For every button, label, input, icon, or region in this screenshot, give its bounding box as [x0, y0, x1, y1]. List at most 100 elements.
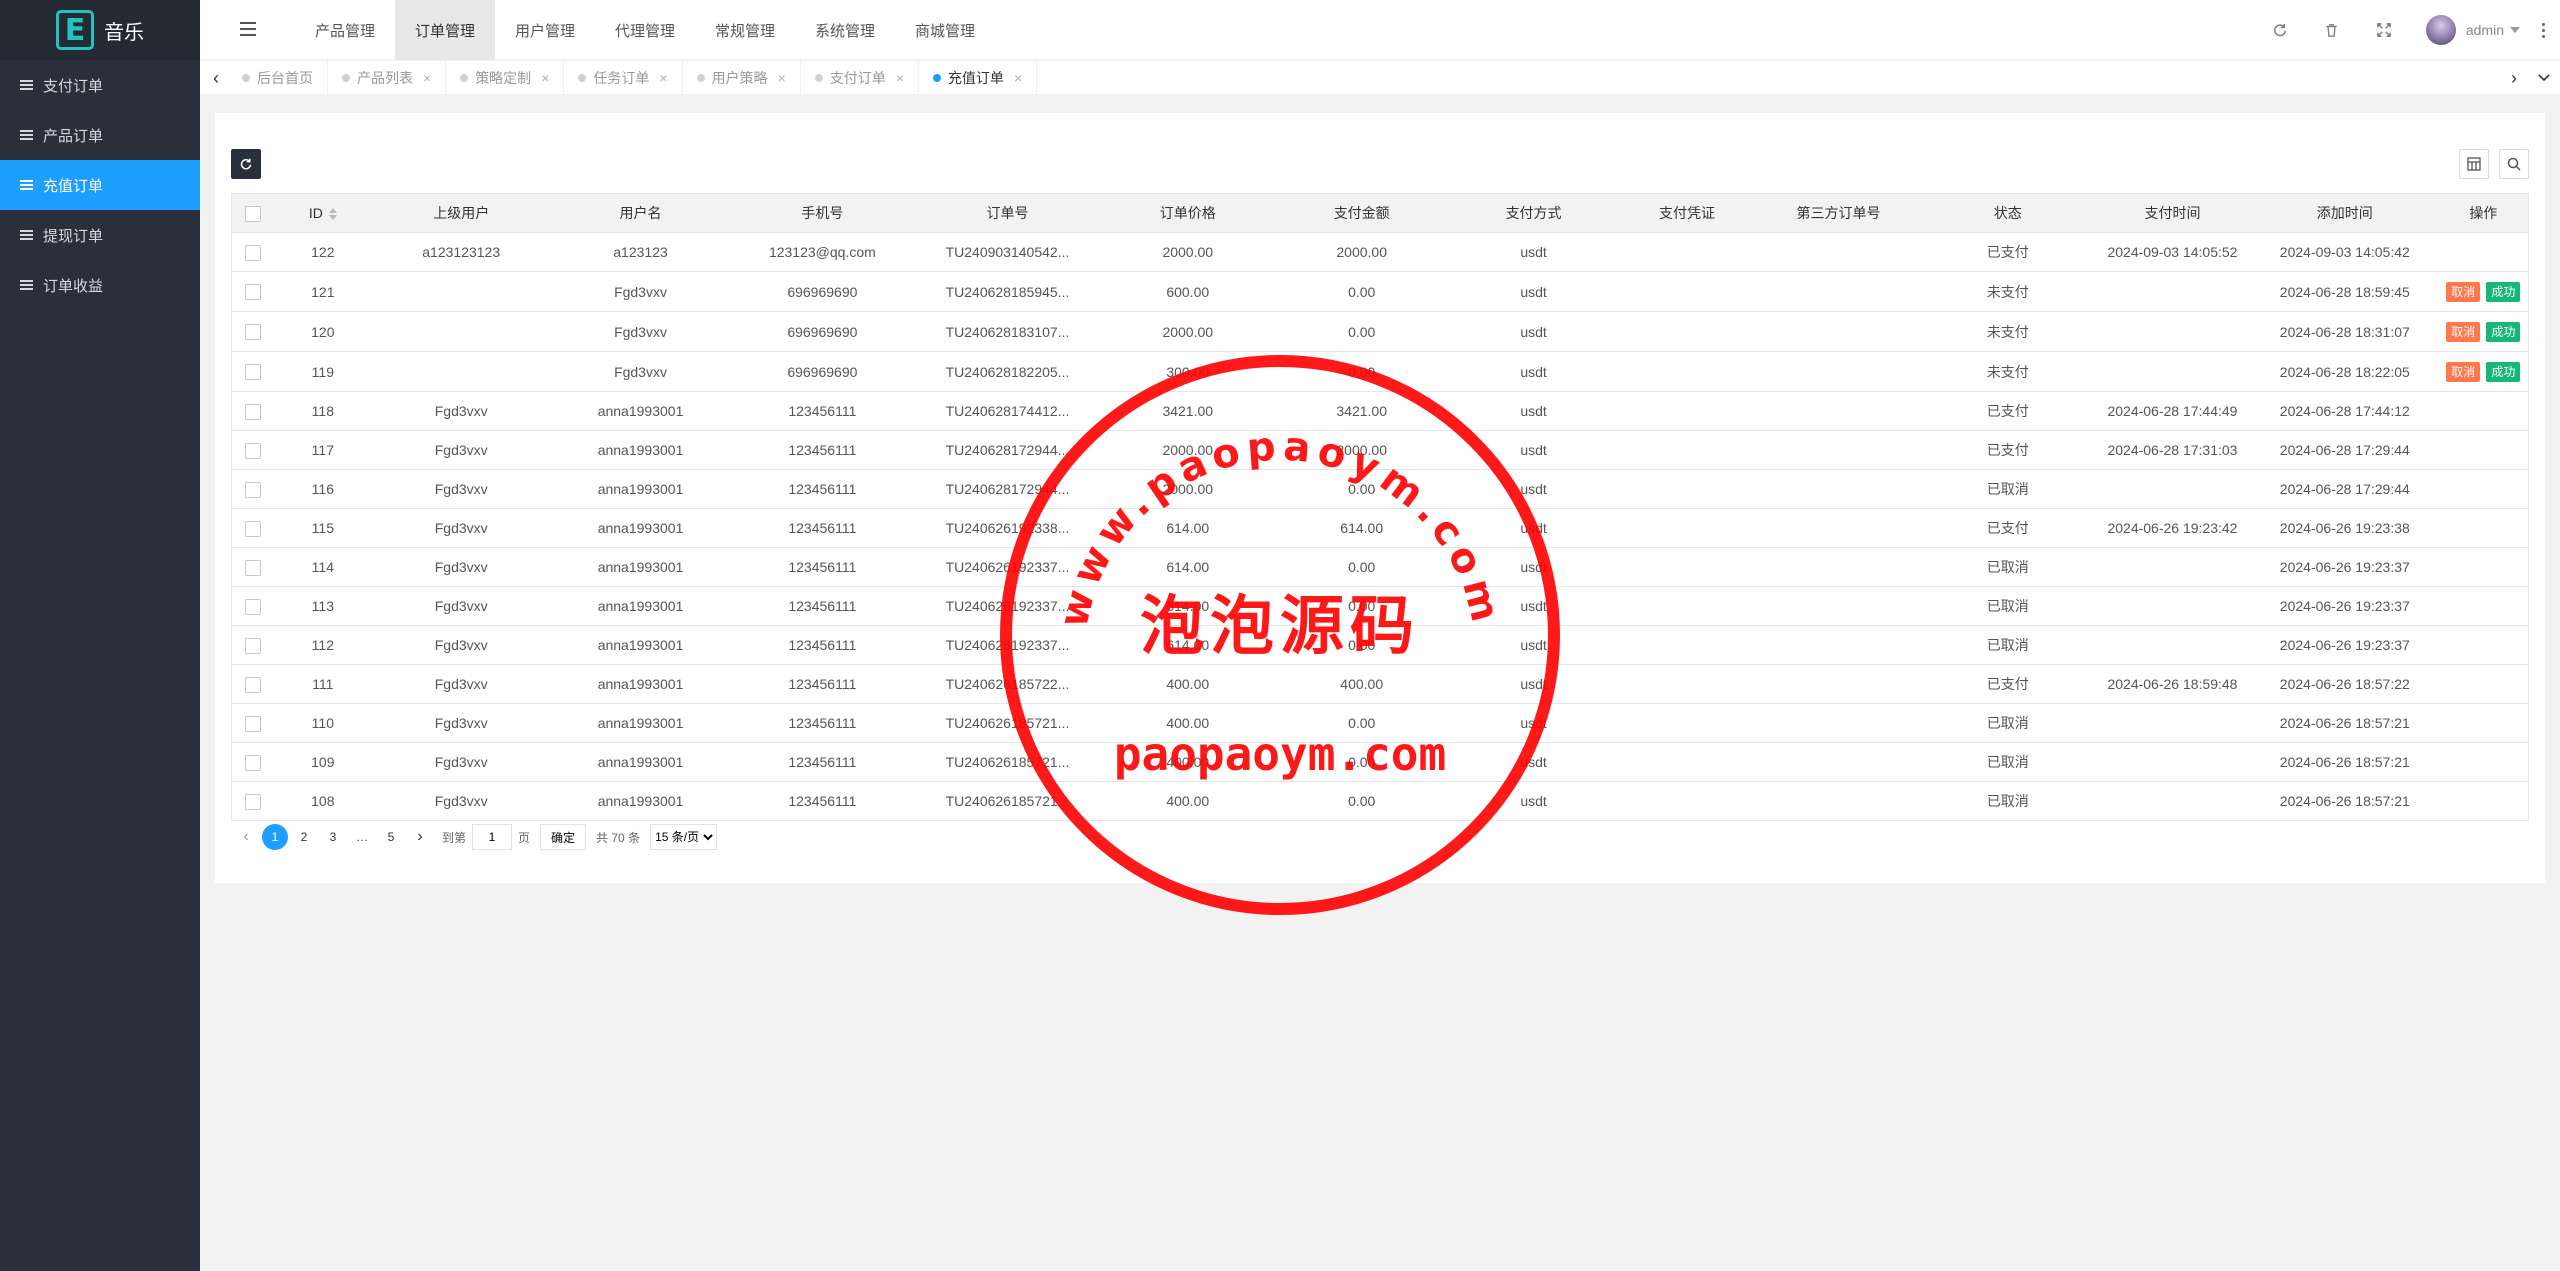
mark-success-button[interactable]: 成功	[2486, 281, 2521, 302]
cell-add-time: 2024-06-26 18:57:21	[2250, 781, 2439, 821]
cell-third-no	[1755, 391, 1922, 431]
table-row[interactable]: 112 Fgd3vxv anna1993001 123456111 TU24062619…	[231, 625, 2529, 665]
page-jump-button[interactable]: 确定	[540, 824, 587, 850]
sidebar-item[interactable]: 订单收益	[0, 260, 200, 310]
close-icon[interactable]: ×	[896, 70, 904, 86]
row-checkbox[interactable]	[244, 676, 261, 693]
logo[interactable]: E 音乐	[0, 0, 200, 60]
page-tab[interactable]: 充值订单 ×	[919, 61, 1038, 95]
page-tab[interactable]: 用户策略 ×	[683, 61, 801, 95]
cancel-order-button[interactable]: 取消	[2446, 361, 2481, 382]
table-refresh-button[interactable]	[231, 149, 261, 179]
row-select-cell	[231, 391, 274, 431]
table-row[interactable]: 118 Fgd3vxv anna1993001 123456111 TU24062817…	[231, 391, 2529, 431]
chevron-down-icon[interactable]	[2510, 27, 2520, 33]
cancel-order-button[interactable]: 取消	[2446, 281, 2481, 302]
page-tab[interactable]: 策略定制 ×	[446, 61, 565, 95]
topnav-item[interactable]: 商城管理	[895, 0, 995, 60]
page-tab[interactable]: 后台首页	[228, 61, 328, 95]
page-tab[interactable]: 产品列表 ×	[328, 61, 447, 95]
sidebar-item[interactable]: 产品订单	[0, 110, 200, 160]
row-checkbox[interactable]	[244, 324, 261, 341]
cell-add-time: 2024-06-28 18:31:07	[2250, 311, 2439, 352]
table-row[interactable]: 111 Fgd3vxv anna1993001 123456111 TU24062618…	[231, 664, 2529, 704]
close-icon[interactable]: ×	[423, 70, 431, 86]
row-select-cell	[231, 586, 274, 626]
refresh-icon[interactable]	[2254, 23, 2306, 37]
table-row[interactable]: 113 Fgd3vxv anna1993001 123456111 TU24062619…	[231, 586, 2529, 626]
sidebar-item[interactable]: 充值订单	[0, 160, 200, 210]
avatar[interactable]	[2425, 15, 2456, 45]
row-checkbox[interactable]	[244, 715, 261, 732]
page-jump-input[interactable]	[472, 824, 513, 850]
table-row[interactable]: 119 Fgd3vxv 696969690 TU240628182205... 300.…	[231, 351, 2529, 392]
cell-pay-time	[2093, 703, 2251, 743]
row-checkbox[interactable]	[244, 244, 261, 261]
table-row[interactable]: 109 Fgd3vxv anna1993001 123456111 TU24062618…	[231, 742, 2529, 782]
topnav-item[interactable]: 用户管理	[495, 0, 595, 60]
sidebar-toggle-icon[interactable]	[240, 22, 256, 36]
cell-method: usdt	[1448, 742, 1619, 782]
sort-icon[interactable]	[328, 208, 337, 221]
row-checkbox[interactable]	[244, 520, 261, 537]
cancel-order-button[interactable]: 取消	[2446, 321, 2481, 342]
row-checkbox[interactable]	[244, 403, 261, 420]
row-checkbox[interactable]	[244, 559, 261, 576]
table-row[interactable]: 120 Fgd3vxv 696969690 TU240628183107... 2000…	[231, 311, 2529, 352]
row-checkbox[interactable]	[244, 481, 261, 498]
tabs-scroll-right-icon[interactable]: ›	[2502, 61, 2526, 95]
column-header: 第三方订单号	[1755, 193, 1922, 233]
column-filter-button[interactable]	[2459, 149, 2489, 179]
trash-icon[interactable]	[2306, 23, 2358, 37]
table-row[interactable]: 115 Fgd3vxv anna1993001 123456111 TU24062619…	[231, 508, 2529, 548]
fullscreen-icon[interactable]	[2358, 23, 2410, 37]
table-row[interactable]: 116 Fgd3vxv anna1993001 123456111 TU24062817…	[231, 469, 2529, 509]
cell-id: 122	[273, 232, 372, 272]
table-row[interactable]: 110 Fgd3vxv anna1993001 123456111 TU24062618…	[231, 703, 2529, 743]
mark-success-button[interactable]: 成功	[2486, 361, 2521, 382]
page-tab[interactable]: 任务订单 ×	[564, 61, 683, 95]
table-row[interactable]: 114 Fgd3vxv anna1993001 123456111 TU24062619…	[231, 547, 2529, 587]
tabs-menu-chevron-icon[interactable]	[2532, 61, 2556, 95]
prev-page-icon[interactable]: ‹	[233, 824, 259, 850]
close-icon[interactable]: ×	[541, 70, 549, 86]
page-size-select[interactable]: 15 条/页	[650, 824, 718, 850]
row-checkbox[interactable]	[244, 637, 261, 654]
table-row[interactable]: 122 a123123123 a123123 123123@qq.com TU24090…	[231, 232, 2529, 272]
page-number[interactable]: 2	[291, 824, 317, 850]
topnav-item[interactable]: 产品管理	[295, 0, 395, 60]
page-number[interactable]: 1	[262, 824, 288, 850]
row-checkbox[interactable]	[244, 442, 261, 459]
row-checkbox[interactable]	[244, 598, 261, 615]
user-name[interactable]: admin	[2466, 22, 2504, 38]
table-row[interactable]: 117 Fgd3vxv anna1993001 123456111 TU24062817…	[231, 430, 2529, 470]
sidebar-item[interactable]: 提现订单	[0, 210, 200, 260]
page-number[interactable]: 3	[320, 824, 346, 850]
table-row[interactable]: 121 Fgd3vxv 696969690 TU240628185945... 600.…	[231, 271, 2529, 312]
select-all-checkbox[interactable]	[244, 205, 261, 222]
sidebar-item[interactable]: 支付订单	[0, 60, 200, 110]
close-icon[interactable]: ×	[1014, 70, 1022, 86]
row-checkbox[interactable]	[244, 793, 261, 810]
topnav-item[interactable]: 常规管理	[695, 0, 795, 60]
page-last[interactable]: 5	[378, 824, 404, 850]
topnav-item[interactable]: 系统管理	[795, 0, 895, 60]
next-page-icon[interactable]: ›	[407, 824, 433, 850]
close-icon[interactable]: ×	[778, 70, 786, 86]
row-checkbox[interactable]	[244, 364, 261, 381]
more-vertical-icon[interactable]	[2542, 22, 2546, 38]
row-checkbox[interactable]	[244, 754, 261, 771]
cell-id: 112	[273, 625, 372, 665]
close-icon[interactable]: ×	[659, 70, 667, 86]
topnav-item[interactable]: 代理管理	[595, 0, 695, 60]
search-button[interactable]	[2499, 149, 2529, 179]
cell-pay-time	[2093, 547, 2251, 587]
cell-id: 121	[273, 271, 372, 312]
topnav-item[interactable]: 订单管理	[395, 0, 495, 60]
mark-success-button[interactable]: 成功	[2486, 321, 2521, 342]
row-checkbox[interactable]	[244, 284, 261, 301]
table-row[interactable]: 108 Fgd3vxv anna1993001 123456111 TU24062618…	[231, 781, 2529, 821]
tabs-scroll-left-icon[interactable]: ‹	[204, 61, 228, 95]
app-name: 音乐	[104, 21, 144, 44]
page-tab[interactable]: 支付订单 ×	[801, 61, 919, 95]
